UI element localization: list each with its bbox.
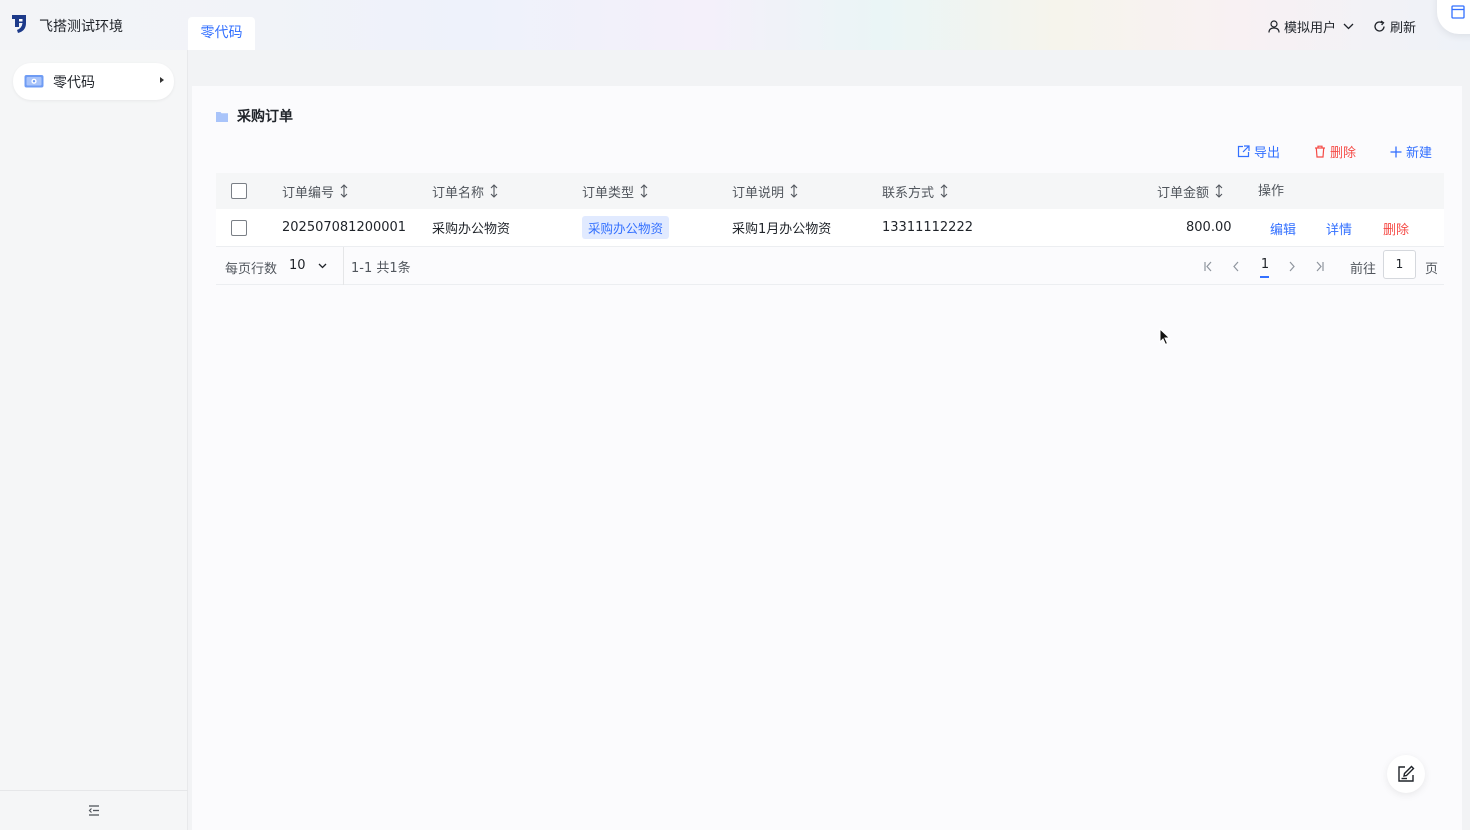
page-size-select[interactable]: 10 bbox=[289, 258, 327, 273]
pagination: 每页行数 10 1-1 共1条 1 前往 1 页 bbox=[216, 247, 1444, 285]
sidebar-item-zero-code[interactable]: 零代码 bbox=[13, 63, 174, 100]
bulk-delete-button[interactable]: 删除 bbox=[1314, 142, 1356, 161]
user-menu[interactable]: 模拟用户 bbox=[1268, 17, 1354, 36]
new-label: 新建 bbox=[1405, 146, 1432, 161]
goto-label: 前往 bbox=[1350, 262, 1377, 277]
column-header-order-type[interactable]: 订单类型 bbox=[582, 173, 649, 209]
page-suffix-label: 页 bbox=[1425, 262, 1439, 277]
cell-amount: 800.00 bbox=[1186, 220, 1232, 235]
rows-per-page-label: 每页行数 bbox=[225, 262, 278, 277]
detail-link[interactable]: 详情 bbox=[1326, 219, 1352, 238]
plus-icon bbox=[1390, 146, 1402, 157]
sort-icon bbox=[940, 184, 948, 198]
page-title: 采购订单 bbox=[216, 106, 293, 126]
column-header-order-name[interactable]: 订单名称 bbox=[432, 173, 499, 209]
export-icon bbox=[1237, 145, 1250, 158]
chevron-down-icon bbox=[318, 263, 327, 268]
column-header-order-no[interactable]: 订单编号 bbox=[282, 173, 349, 209]
column-header-amount[interactable]: 订单金额 bbox=[1157, 173, 1224, 209]
sidebar-footer bbox=[0, 790, 188, 830]
refresh-button[interactable]: 刷新 bbox=[1373, 17, 1416, 36]
sidebar-item-label: 零代码 bbox=[53, 74, 95, 91]
table-header: 订单编号 订单名称 订单类型 订单说明 联系方式 订单金额 操作 bbox=[216, 173, 1444, 209]
folder-icon bbox=[216, 111, 228, 122]
data-table: 订单编号 订单名称 订单类型 订单说明 联系方式 订单金额 操作 2025070… bbox=[216, 173, 1444, 285]
mouse-cursor-icon bbox=[1159, 328, 1171, 346]
column-header-contact[interactable]: 联系方式 bbox=[882, 173, 949, 209]
delete-label: 删除 bbox=[1329, 146, 1356, 161]
current-page-number[interactable]: 1 bbox=[1260, 257, 1270, 272]
floating-edit-button[interactable] bbox=[1387, 755, 1425, 793]
chevron-down-icon bbox=[1343, 23, 1354, 30]
layout-panel-icon bbox=[1451, 5, 1465, 19]
last-page-button[interactable] bbox=[1312, 258, 1328, 274]
screen-app-icon bbox=[24, 74, 44, 87]
row-checkbox[interactable] bbox=[231, 219, 247, 236]
collapse-menu-icon[interactable] bbox=[88, 805, 100, 816]
first-page-icon bbox=[1204, 261, 1212, 271]
cell-order-no: 202507081200001 bbox=[282, 220, 407, 235]
cell-order-desc: 采购1月办公物资 bbox=[732, 222, 832, 237]
user-name: 模拟用户 bbox=[1284, 21, 1337, 36]
divider bbox=[343, 247, 344, 285]
caret-right-icon bbox=[160, 77, 164, 83]
toolbar: 导出 删除 新建 bbox=[1237, 142, 1432, 161]
tab-zero-code[interactable]: 零代码 bbox=[188, 17, 255, 50]
page-size-value: 10 bbox=[289, 258, 306, 273]
delete-link[interactable]: 删除 bbox=[1383, 219, 1409, 238]
cell-contact: 13311112222 bbox=[882, 220, 973, 235]
next-page-button[interactable] bbox=[1284, 258, 1300, 274]
sort-icon bbox=[340, 184, 348, 198]
prev-page-button[interactable] bbox=[1228, 258, 1244, 274]
sort-icon bbox=[490, 184, 498, 198]
first-page-button[interactable] bbox=[1200, 258, 1216, 274]
last-page-icon bbox=[1316, 261, 1324, 271]
trash-icon bbox=[1314, 145, 1325, 158]
page-range-text: 1-1 共1条 bbox=[351, 261, 411, 276]
edit-note-icon bbox=[1398, 765, 1415, 782]
layout-toggle-button[interactable] bbox=[1437, 0, 1470, 34]
edit-link[interactable]: 编辑 bbox=[1270, 219, 1296, 238]
select-all-checkbox[interactable] bbox=[231, 183, 247, 199]
page-title-text: 采购订单 bbox=[237, 109, 293, 125]
column-header-order-desc[interactable]: 订单说明 bbox=[732, 173, 799, 209]
refresh-icon bbox=[1374, 20, 1385, 32]
sidebar: 零代码 bbox=[0, 50, 188, 830]
chevron-right-icon bbox=[1289, 261, 1295, 271]
export-button[interactable]: 导出 bbox=[1237, 142, 1280, 161]
refresh-label: 刷新 bbox=[1390, 21, 1417, 36]
new-button[interactable]: 新建 bbox=[1390, 142, 1432, 161]
main-content: 采购订单 导出 删除 新建 订单编号 订单名称 订单类型 订单说明 联系方式 订… bbox=[192, 86, 1462, 830]
user-icon bbox=[1268, 20, 1280, 33]
current-page-indicator bbox=[1260, 276, 1269, 278]
app-logo-icon bbox=[12, 15, 26, 33]
column-header-actions: 操作 bbox=[1258, 183, 1285, 199]
goto-page-input[interactable]: 1 bbox=[1383, 250, 1416, 279]
order-type-tag: 采购办公物资 bbox=[582, 216, 670, 239]
export-label: 导出 bbox=[1253, 146, 1280, 161]
cell-order-name: 采购办公物资 bbox=[432, 222, 511, 237]
app-title: 飞搭测试环境 bbox=[39, 19, 123, 35]
top-bar: 飞搭测试环境 零代码 模拟用户 刷新 bbox=[0, 0, 1470, 50]
sort-icon bbox=[1215, 184, 1223, 198]
chevron-left-icon bbox=[1233, 261, 1239, 271]
table-row: 202507081200001 采购办公物资 采购办公物资 采购1月办公物资 1… bbox=[216, 209, 1444, 247]
sort-icon bbox=[640, 184, 648, 198]
sort-icon bbox=[790, 184, 798, 198]
